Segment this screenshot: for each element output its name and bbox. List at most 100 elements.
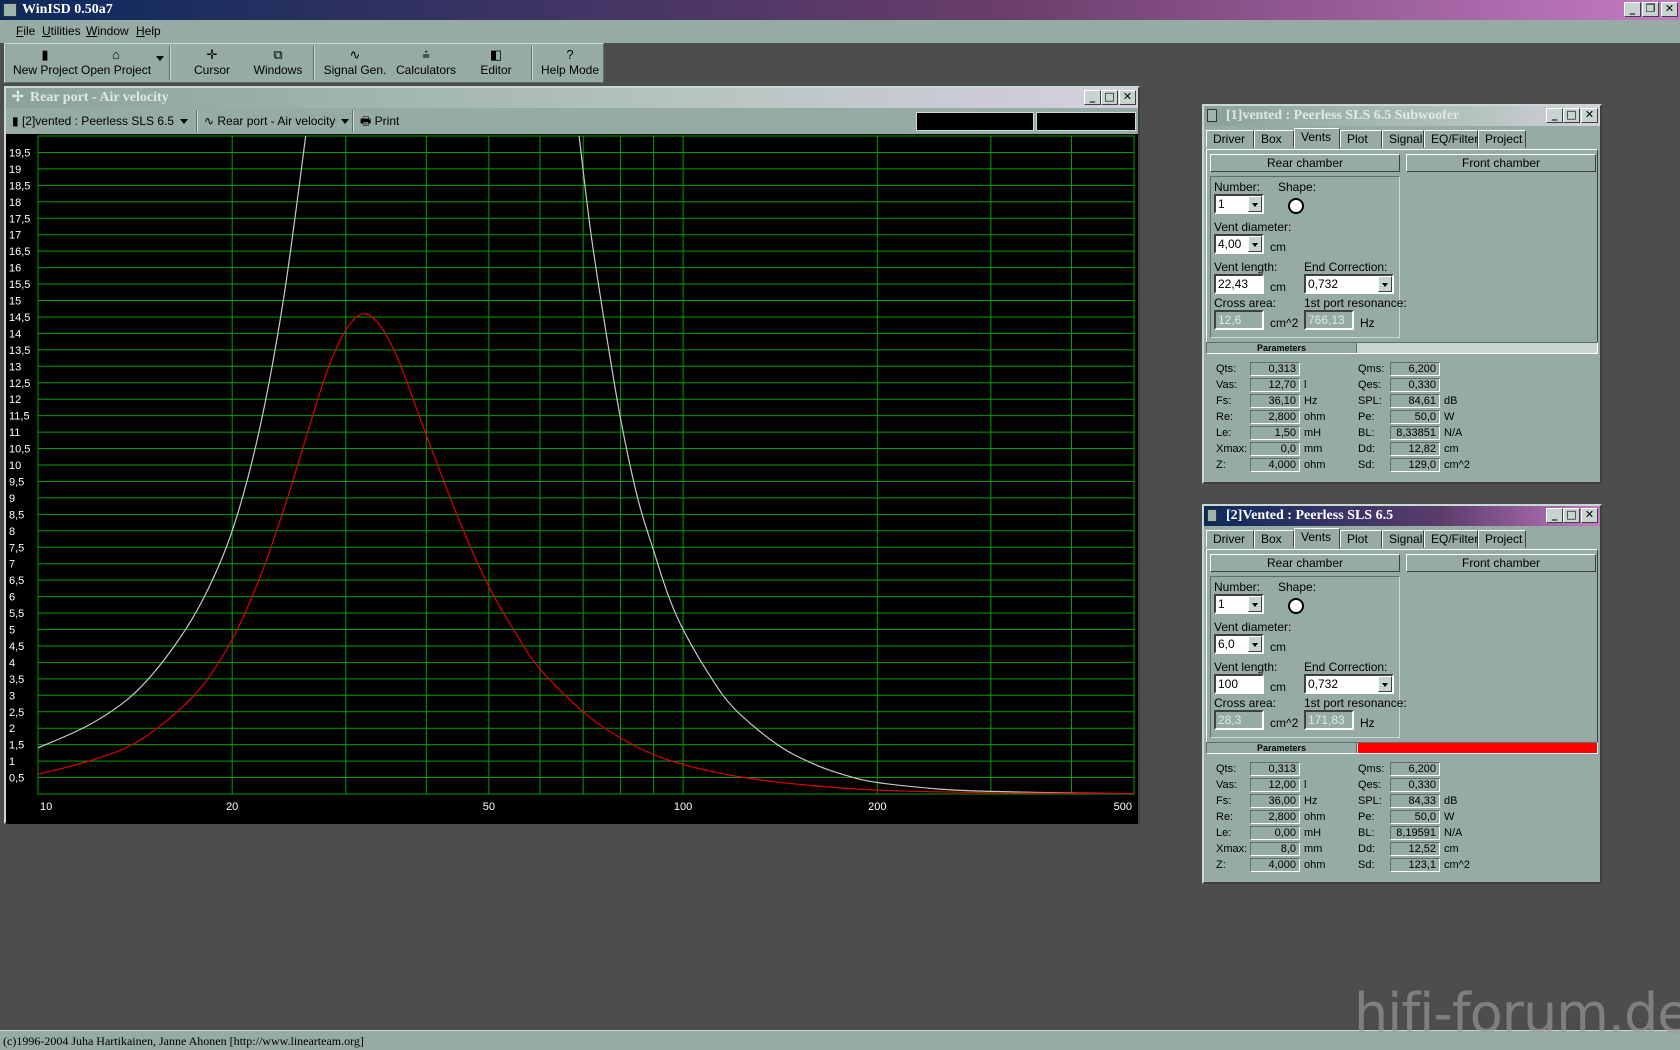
tab-driver[interactable]: Driver (1206, 130, 1254, 148)
calculators-button[interactable]: ⩮ Calculators (391, 46, 461, 80)
close-icon[interactable]: ✕ (1119, 90, 1136, 105)
param-unit: N/A (1444, 427, 1463, 439)
param-unit: l (1304, 779, 1307, 791)
menu-window[interactable]: Window (82, 23, 133, 39)
vent-length-input[interactable]: 100 (1214, 674, 1264, 694)
tab-plot[interactable]: Plot (1340, 530, 1382, 548)
param-value: 2,800 (1250, 810, 1300, 824)
number-select[interactable]: 1 (1214, 594, 1264, 614)
param-label: Xmax: (1216, 843, 1248, 855)
y-tick-label: 9,5 (9, 476, 24, 488)
speaker-icon: ▮ (12, 114, 22, 128)
front-chamber-button[interactable]: Front chamber (1406, 154, 1596, 172)
graph-type-select[interactable]: ∿ Rear port - Air velocity (204, 110, 350, 132)
cursor-button[interactable]: ✛ Cursor (181, 46, 243, 80)
menu-help[interactable]: Help (132, 23, 165, 39)
maximize-icon[interactable]: □ (1563, 508, 1580, 523)
end-correction-select[interactable]: 0,732 (1304, 674, 1394, 694)
print-button[interactable]: 🖶 Print (360, 110, 399, 132)
chevron-down-icon[interactable] (1248, 196, 1262, 212)
app-icon[interactable] (3, 3, 17, 17)
round-shape-icon[interactable] (1288, 598, 1304, 614)
series-line-gray-left (38, 136, 307, 749)
minimize-icon[interactable]: _ (1546, 108, 1563, 123)
chevron-down-icon[interactable] (1248, 636, 1262, 652)
vent-length-label: Vent length: (1214, 260, 1278, 274)
tab-signal[interactable]: Signal (1382, 130, 1424, 148)
tab-project[interactable]: Project (1478, 130, 1526, 148)
tab-box[interactable]: Box (1254, 130, 1294, 148)
y-tick-label: 2,5 (9, 707, 24, 719)
open-project-dropdown[interactable] (153, 46, 165, 80)
signal-gen-button[interactable]: ∿ Signal Gen. (323, 46, 387, 80)
tab-vents[interactable]: Vents (1294, 528, 1340, 549)
maximize-icon[interactable]: □ (1563, 108, 1580, 123)
minimize-icon[interactable]: _ (1546, 508, 1563, 523)
chevron-down-icon[interactable] (1378, 276, 1392, 292)
app-title-bar[interactable]: WinISD 0.50a7 _ ❐ ✕ (0, 0, 1680, 20)
close-icon[interactable]: ✕ (1581, 508, 1598, 523)
port-resonance-label: 1st port resonance: (1304, 696, 1407, 710)
plot-area[interactable]: 0,5 1 1,5 2 2,5 3 3,5 4 4,5 5 5,5 6 6,5 7 7,5 8 8,5 9 9,5 1… (6, 134, 1138, 824)
vent-diameter-select[interactable]: 6,0 (1214, 634, 1264, 654)
rear-chamber-button[interactable]: Rear chamber (1210, 554, 1400, 572)
close-icon[interactable]: ✕ (1661, 2, 1678, 17)
maximize-icon[interactable]: □ (1101, 90, 1118, 105)
param-label: SPL: (1358, 395, 1382, 407)
param-value: 0,330 (1390, 378, 1440, 392)
restore-icon[interactable]: ❐ (1642, 2, 1659, 17)
dialog-title: [2]Vented : Peerless SLS 6.5 (1226, 508, 1394, 523)
param-value: 84,33 (1390, 794, 1440, 808)
new-project-button[interactable]: ▮ New Project (13, 46, 78, 80)
round-shape-icon[interactable] (1288, 198, 1304, 214)
y-tick-label: 16,5 (9, 246, 30, 258)
chevron-down-icon[interactable] (1248, 236, 1262, 252)
menu-utilities[interactable]: Utilities (38, 23, 85, 39)
close-icon[interactable]: ✕ (1581, 108, 1598, 123)
param-label: Qts: (1216, 763, 1237, 775)
shape-label: Shape: (1278, 580, 1317, 594)
tab-project[interactable]: Project (1478, 530, 1526, 548)
y-tick-label: 8,5 (9, 509, 24, 521)
editor-button[interactable]: ◧ Editor (465, 46, 527, 80)
open-project-button[interactable]: ⌂ Open Project (81, 46, 151, 80)
chevron-down-icon[interactable] (1378, 676, 1392, 692)
new-file-icon: ▮ (41, 47, 49, 62)
param-unit: ohm (1304, 459, 1326, 471)
menu-file[interactable]: File (12, 23, 39, 39)
param-label: BL: (1358, 427, 1375, 439)
tab-signal[interactable]: Signal (1382, 530, 1424, 548)
front-chamber-button[interactable]: Front chamber (1406, 554, 1596, 572)
param-label: BL: (1358, 827, 1375, 839)
vent-diameter-label: Vent diameter: (1214, 220, 1292, 234)
vent-length-input[interactable]: 22,43 (1214, 274, 1264, 294)
tab-box[interactable]: Box (1254, 530, 1294, 548)
number-select[interactable]: 1 (1214, 194, 1264, 214)
param-unit: cm^2 (1444, 859, 1470, 871)
tab-eq-filter[interactable]: EQ/Filter (1424, 130, 1478, 148)
chevron-down-icon[interactable] (1248, 596, 1262, 612)
windows-button[interactable]: ⧉ Windows (247, 46, 309, 80)
tab-eq-filter[interactable]: EQ/Filter (1424, 530, 1478, 548)
dialog-title: [1]vented : Peerless SLS 6.5 Subwoofer (1226, 108, 1460, 123)
dialog-title-bar[interactable]: [1]vented : Peerless SLS 6.5 Subwoofer _… (1204, 106, 1600, 126)
tab-vents[interactable]: Vents (1294, 128, 1340, 149)
minimize-icon[interactable]: _ (1624, 2, 1641, 17)
y-tick-label: 8 (9, 526, 15, 538)
project-select[interactable]: ▮ [2]vented : Peerless SLS 6.5 (12, 110, 189, 132)
end-correction-select[interactable]: 0,732 (1304, 274, 1394, 294)
param-label: Vas: (1216, 779, 1238, 791)
chart[interactable]: 0,511,522,533,544,555,566,577,588,599,51… (6, 134, 1138, 824)
param-value: 0,0 (1250, 442, 1300, 456)
help-mode-button[interactable]: ? Help Mode (539, 46, 601, 80)
vent-diameter-select[interactable]: 4,00 (1214, 234, 1264, 254)
rear-chamber-button[interactable]: Rear chamber (1210, 154, 1400, 172)
tab-driver[interactable]: Driver (1206, 530, 1254, 548)
param-unit: W (1444, 411, 1455, 423)
tab-plot[interactable]: Plot (1340, 130, 1382, 148)
parameters-bar[interactable]: Parameters (1206, 342, 1598, 354)
dialog-title-bar[interactable]: [2]Vented : Peerless SLS 6.5 _ □ ✕ (1204, 506, 1600, 526)
parameters-bar[interactable]: Parameters (1206, 742, 1598, 754)
minimize-icon[interactable]: _ (1084, 90, 1101, 105)
graph-window-title-bar[interactable]: ✢ Rear port - Air velocity _ □ ✕ (6, 88, 1138, 108)
